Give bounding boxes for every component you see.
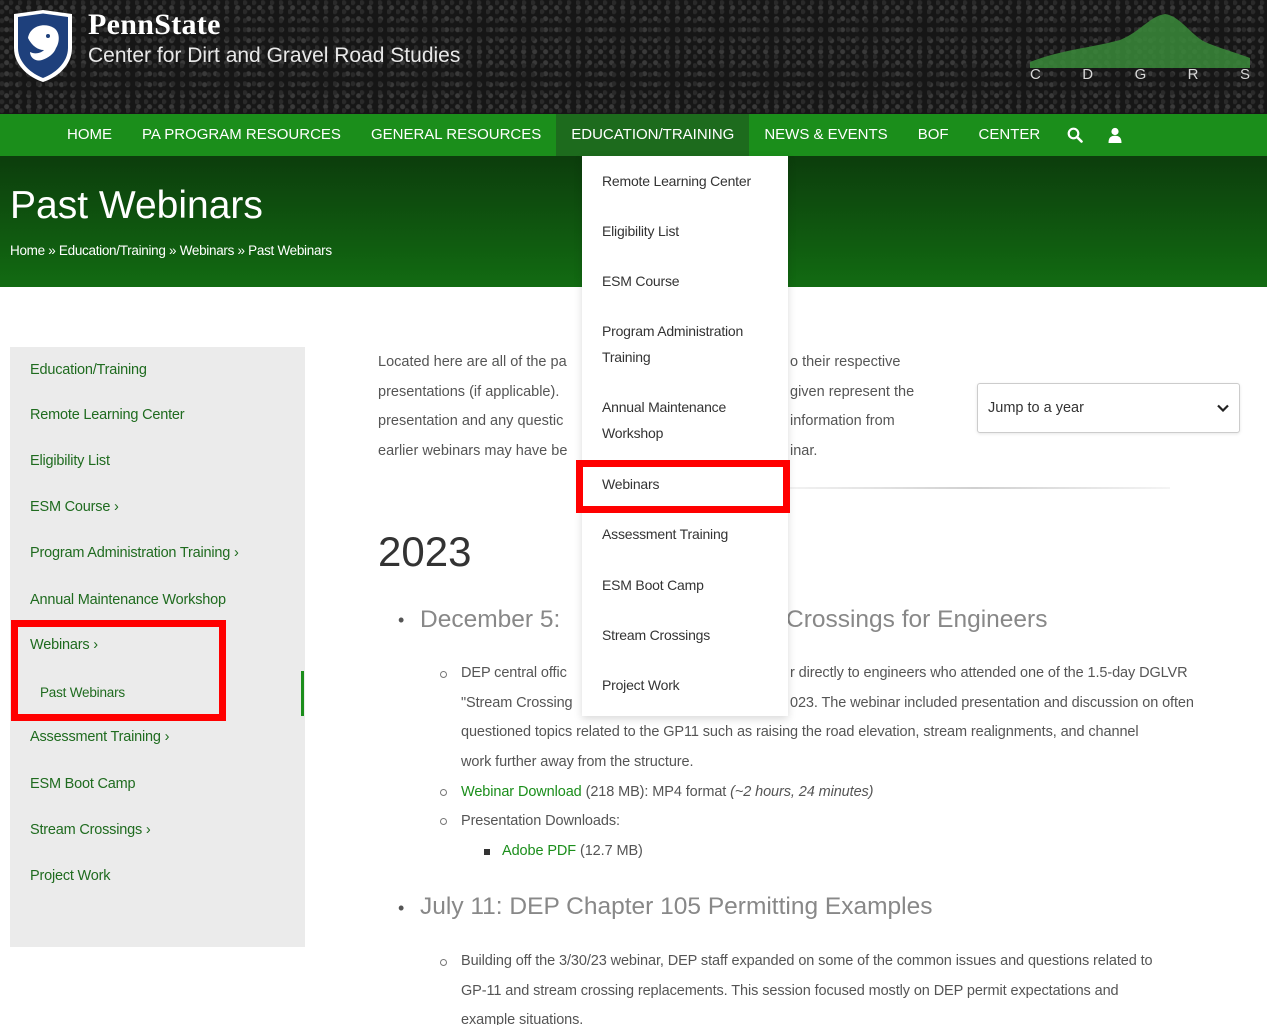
dropdown-item-program-administration-training[interactable]: Program Administration Training <box>602 318 772 370</box>
presentation-downloads-label: Presentation Downloads: <box>461 813 620 829</box>
webinar-description-line: Building off the 3/30/23 webinar, DEP st… <box>461 953 1153 969</box>
sidebar-item-project-work[interactable]: Project Work <box>30 868 111 884</box>
nav-pa-program-resources[interactable]: PA PROGRAM RESOURCES <box>127 114 356 156</box>
nav-home[interactable]: HOME <box>52 114 127 156</box>
nav-education-training[interactable]: EDUCATION/TRAINING <box>556 114 750 156</box>
main-nav: HOME PA PROGRAM RESOURCES GENERAL RESOUR… <box>0 114 1267 156</box>
adobe-pdf-link[interactable]: Adobe PDF <box>502 843 576 859</box>
webinar-description-line: 023. The webinar included presentation a… <box>790 695 1194 711</box>
jump-to-year-label: Jump to a year <box>988 400 1084 416</box>
dropdown-item-project-work[interactable]: Project Work <box>602 672 772 698</box>
sidebar-item-program-administration-training[interactable]: Program Administration Training › <box>30 545 239 561</box>
webinar-description-line: GP-11 and stream crossing replacements. … <box>461 983 1119 999</box>
highlight-box-webinars <box>576 460 790 513</box>
education-training-dropdown: Remote Learning Center Eligibility List … <box>582 156 788 716</box>
dropdown-item-assessment-training[interactable]: Assessment Training <box>602 521 772 547</box>
sidebar-item-stream-crossings[interactable]: Stream Crossings › <box>30 822 151 838</box>
dropdown-item-eligibility-list[interactable]: Eligibility List <box>602 218 772 244</box>
nav-bof[interactable]: BOF <box>903 114 964 156</box>
highlight-box-sidebar-webinars <box>11 620 226 721</box>
mountain-logo <box>1030 14 1250 68</box>
list-bullet <box>440 818 447 825</box>
sidebar-item-esm-course[interactable]: ESM Course › <box>30 499 119 515</box>
sidebar-item-assessment-training[interactable]: Assessment Training › <box>30 729 169 745</box>
nav-news-events[interactable]: NEWS & EVENTS <box>749 114 902 156</box>
chevron-down-icon <box>1217 404 1229 412</box>
dropdown-item-esm-boot-camp[interactable]: ESM Boot Camp <box>602 572 772 598</box>
webinar-description-line: r directly to engineers who attended one… <box>790 665 1188 681</box>
page-title: Past Webinars <box>10 184 263 227</box>
nav-general-resources[interactable]: GENERAL RESOURCES <box>356 114 556 156</box>
cdgrs-letter: S <box>1239 66 1250 83</box>
year-heading: 2023 <box>378 528 472 575</box>
section-divider <box>780 487 1170 489</box>
list-bullet: • <box>398 610 405 630</box>
sidebar-item-education-training[interactable]: Education/Training <box>30 362 147 378</box>
list-bullet <box>440 959 447 966</box>
webinar-description-line: example situations. <box>461 1012 584 1025</box>
list-bullet <box>440 789 447 796</box>
penn-state-shield-logo[interactable] <box>10 8 76 84</box>
sidebar-item-remote-learning-center[interactable]: Remote Learning Center <box>30 407 185 423</box>
intro-line: o their respective <box>790 354 901 370</box>
list-bullet <box>484 849 490 855</box>
jump-to-year-select[interactable]: Jump to a year <box>977 383 1240 433</box>
intro-line: information from <box>790 413 895 429</box>
cdgrs-letter: G <box>1134 66 1147 83</box>
list-bullet <box>440 671 447 678</box>
breadcrumb[interactable]: Home » Education/Training » Webinars » P… <box>10 243 332 258</box>
brand-subtitle[interactable]: Center for Dirt and Gravel Road Studies <box>88 44 460 68</box>
dropdown-item-stream-crossings[interactable]: Stream Crossings <box>602 622 772 648</box>
webinar-download-link[interactable]: Webinar Download <box>461 784 582 800</box>
cdgrs-letter: D <box>1082 66 1094 83</box>
dropdown-item-annual-maintenance-workshop[interactable]: Annual Maintenance Workshop <box>602 394 772 446</box>
dropdown-item-esm-course[interactable]: ESM Course <box>602 268 772 294</box>
cdgrs-letter: C <box>1030 66 1041 83</box>
pdf-download-line: Adobe PDF (12.7 MB) <box>502 843 643 859</box>
nav-center[interactable]: CENTER <box>964 114 1056 156</box>
webinar-title-continued: Crossings for Engineers <box>786 606 1048 633</box>
cdgrs-letters: C D G R S <box>1030 66 1250 83</box>
intro-line: given represent the <box>790 383 915 400</box>
sidebar-item-eligibility-list[interactable]: Eligibility List <box>30 453 110 469</box>
webinar-description-line: "Stream Crossing <box>461 695 573 711</box>
intro-line: inar. <box>790 442 818 459</box>
webinar-title: July 11: DEP Chapter 105 Permitting Exam… <box>420 893 933 920</box>
sidebar-item-annual-maintenance-workshop[interactable]: Annual Maintenance Workshop <box>30 592 226 608</box>
webinar-description-line: work further away from the structure. <box>461 754 694 770</box>
user-icon[interactable] <box>1095 114 1135 156</box>
sidebar-item-esm-boot-camp[interactable]: ESM Boot Camp <box>30 776 136 792</box>
cdgrs-letter: R <box>1187 66 1199 83</box>
dropdown-item-remote-learning-center[interactable]: Remote Learning Center <box>602 168 772 194</box>
intro-paragraph-right: o their respective given represent the i… <box>790 348 914 466</box>
brand-name[interactable]: PennState <box>88 8 221 42</box>
search-icon[interactable] <box>1055 114 1095 156</box>
list-bullet: • <box>398 898 405 918</box>
site-header: PennState Center for Dirt and Gravel Roa… <box>0 0 1267 114</box>
webinar-download-info: (218 MB): MP4 format <box>581 784 731 800</box>
pdf-size: (12.7 MB) <box>576 843 643 859</box>
sidebar-active-indicator <box>301 671 304 716</box>
webinar-description-line: questioned topics related to the GP11 su… <box>461 724 1139 740</box>
webinar-download-line: Webinar Download (218 MB): MP4 format (~… <box>461 784 874 800</box>
webinar-description-line: DEP central offic <box>461 665 567 681</box>
webinar-duration: (~2 hours, 24 minutes) <box>730 784 874 800</box>
webinar-title: December 5: <box>420 606 561 633</box>
